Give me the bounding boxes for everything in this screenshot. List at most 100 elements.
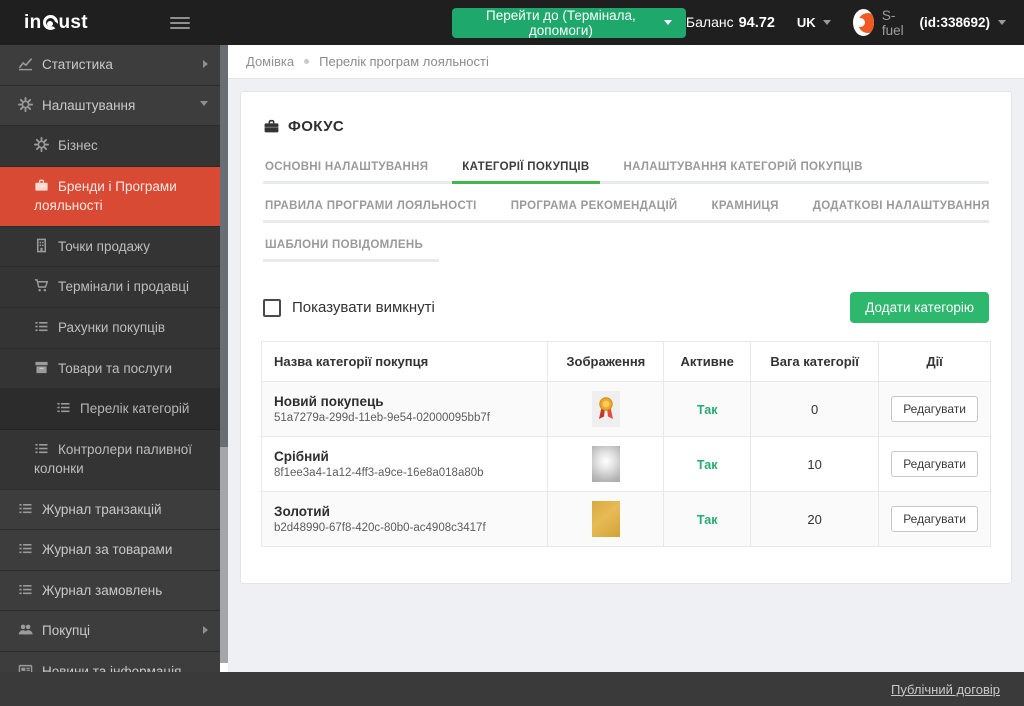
silver-image (592, 446, 620, 482)
content-area: Домівка Перелік програм лояльності ФОКУС… (228, 45, 1024, 672)
chevron-right-icon (203, 60, 208, 68)
sidebar-item-label: Точки продажу (58, 239, 150, 254)
medal-image (592, 391, 620, 427)
sidebar-item-points-of-sale[interactable]: Точки продажу (0, 227, 220, 268)
box-icon (34, 360, 49, 375)
sidebar-item-statistics[interactable]: Статистика (0, 45, 220, 86)
main-layout: Статистика Налаштування Бізнес Бренди і … (0, 45, 1024, 672)
list-icon (34, 319, 49, 334)
gear-icon (18, 97, 33, 112)
list-icon (18, 501, 33, 516)
sidebar-item-business[interactable]: Бізнес (0, 126, 220, 167)
category-name: Золотий (274, 504, 535, 519)
loyalty-program-card: ФОКУС ОСНОВНІ НАЛАШТУВАННЯ КАТЕГОРІЇ ПОК… (240, 91, 1012, 584)
sidebar-item-settings[interactable]: Налаштування (0, 86, 220, 127)
list-icon (34, 441, 49, 456)
sidebar-item-orders-log[interactable]: Журнал замовлень (0, 571, 220, 612)
sidebar-item-category-list[interactable]: Перелік категорій (0, 389, 220, 430)
sidebar-item-customers[interactable]: Покупці (0, 611, 220, 652)
scrollbar-track[interactable] (220, 447, 228, 663)
page-title-text: ФОКУС (288, 118, 344, 135)
active-status: Так (697, 403, 718, 417)
categories-table: Назва категорії покупця Зображення Актив… (261, 341, 991, 547)
sidebar-item-label: Контролери паливної колонки (34, 442, 192, 477)
breadcrumb-current: Перелік програм лояльності (319, 54, 489, 69)
sidebar-scrollbar[interactable] (220, 45, 228, 672)
tab-message-templates[interactable]: ШАБЛОНИ ПОВІДОМЛЕНЬ (263, 235, 425, 262)
sidebar-item-label: Бізнес (58, 138, 98, 153)
sidebar-item-label: Товари та послуги (58, 361, 172, 376)
account-id: (id:338692) (919, 15, 990, 30)
account-menu[interactable]: S-fuel (id:338692) (853, 8, 1006, 38)
sidebar-item-fuel-pump-controllers[interactable]: Контролери паливної колонки (0, 430, 220, 490)
incust-logo[interactable]: in ust (24, 12, 88, 34)
goto-dropdown-button[interactable]: Перейти до (Термінала, допомоги) (452, 8, 686, 38)
table-row: Срібний 8f1ee3a4-1a12-4ff3-a9ce-16e8a018… (262, 437, 991, 492)
table-row: Золотий b2d48990-67f8-420c-80b0-ac4908c3… (262, 492, 991, 547)
tab-recommendation-program[interactable]: ПРОГРАМА РЕКОМЕНДАЦІЙ (509, 196, 680, 223)
category-weight: 0 (751, 382, 879, 437)
tab-customer-categories[interactable]: КАТЕГОРІЇ ПОКУПЦІВ (460, 157, 591, 184)
category-uuid: 8f1ee3a4-1a12-4ff3-a9ce-16e8a018a80b (274, 467, 535, 479)
show-disabled-toggle[interactable]: Показувати вимкнуті (263, 299, 435, 317)
column-header-weight: Вага категорії (751, 342, 879, 382)
sidebar-item-goods-services[interactable]: Товари та послуги (0, 349, 220, 390)
sidebar-item-label: Статистика (42, 57, 113, 72)
sidebar-item-terminals-sellers[interactable]: Термінали і продавці (0, 267, 220, 308)
table-controls: Показувати вимкнуті Додати категорію (263, 292, 989, 323)
logo-text-pre: in (24, 12, 42, 34)
avatar (853, 9, 874, 36)
sidebar-item-label: Журнал за товарами (42, 542, 172, 557)
column-header-actions: Дії (879, 342, 991, 382)
column-header-image: Зображення (548, 342, 664, 382)
list-icon (56, 400, 71, 415)
tab-shop[interactable]: КРАМНИЦЯ (710, 196, 781, 223)
sidebar-item-goods-log[interactable]: Журнал за товарами (0, 530, 220, 571)
add-category-button[interactable]: Додати категорію (850, 292, 989, 323)
active-status: Так (697, 458, 718, 472)
sidebar-item-transaction-log[interactable]: Журнал транзакцій (0, 490, 220, 531)
topbar-right: Баланс94.72 UK S-fuel (id:338692) (686, 8, 1024, 38)
sidebar-item-label: Термінали і продавці (58, 279, 189, 294)
sidebar-item-label: Перелік категорій (80, 401, 189, 416)
gold-image (592, 501, 620, 537)
column-header-active: Активне (664, 342, 751, 382)
sidebar-item-label: Журнал замовлень (42, 583, 162, 598)
briefcase-icon (34, 178, 49, 193)
active-status: Так (697, 513, 718, 527)
chevron-right-icon (203, 626, 208, 634)
tabs-row-3: ШАБЛОНИ ПОВІДОМЛЕНЬ (263, 235, 439, 262)
tab-loyalty-program-rules[interactable]: ПРАВИЛА ПРОГРАМИ ЛОЯЛЬНОСТІ (263, 196, 479, 223)
hamburger-menu-icon[interactable] (170, 10, 190, 36)
sidebar-item-customer-accounts[interactable]: Рахунки покупців (0, 308, 220, 349)
show-disabled-label: Показувати вимкнуті (292, 299, 435, 316)
topbar-left: in ust (0, 10, 198, 36)
sidebar-item-news-info[interactable]: Новини та інформація (0, 652, 220, 672)
goto-button-label: Перейти до (Термінала, допомоги) (466, 8, 656, 38)
category-name: Новий покупець (274, 394, 535, 409)
list-icon (18, 582, 33, 597)
tab-main-settings[interactable]: ОСНОВНІ НАЛАШТУВАННЯ (263, 157, 430, 184)
table-header-row: Назва категорії покупця Зображення Актив… (262, 342, 991, 382)
balance-value: 94.72 (739, 15, 775, 31)
language-selector[interactable]: UK (797, 15, 831, 30)
show-disabled-checkbox[interactable] (263, 299, 281, 317)
chevron-down-icon (664, 20, 672, 25)
column-header-name: Назва категорії покупця (262, 342, 548, 382)
edit-button[interactable]: Редагувати (891, 451, 978, 477)
scrollbar-thumb[interactable] (220, 45, 228, 447)
public-contract-link[interactable]: Публічний договір (891, 682, 1000, 697)
edit-button[interactable]: Редагувати (891, 506, 978, 532)
sidebar-item-brands-loyalty[interactable]: Бренди і Програми лояльності (0, 167, 220, 227)
edit-button[interactable]: Редагувати (891, 396, 978, 422)
briefcase-icon (263, 118, 280, 135)
building-icon (34, 238, 49, 253)
balance: Баланс94.72 (686, 14, 775, 31)
tabs-row-2: ПРАВИЛА ПРОГРАМИ ЛОЯЛЬНОСТІ ПРОГРАМА РЕК… (263, 196, 989, 223)
tab-customer-category-settings[interactable]: НАЛАШТУВАННЯ КАТЕГОРІЙ ПОКУПЦІВ (622, 157, 865, 184)
tab-additional-settings[interactable]: ДОДАТКОВІ НАЛАШТУВАННЯ (811, 196, 992, 223)
breadcrumb-home-link[interactable]: Домівка (246, 54, 294, 69)
tabs-row-1: ОСНОВНІ НАЛАШТУВАННЯ КАТЕГОРІЇ ПОКУПЦІВ … (263, 157, 989, 184)
breadcrumb-separator (304, 59, 309, 64)
account-name: S-fuel (882, 8, 910, 38)
